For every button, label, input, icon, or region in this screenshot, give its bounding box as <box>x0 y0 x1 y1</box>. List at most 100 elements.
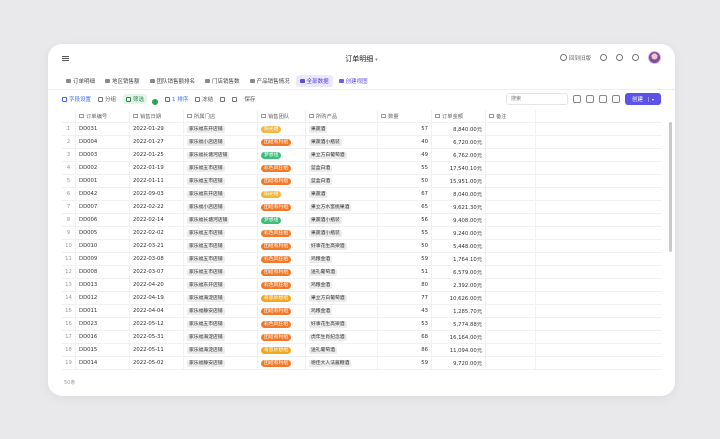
cell-note[interactable] <box>486 135 536 149</box>
print-icon[interactable] <box>598 95 607 103</box>
cell-quantity[interactable]: 55 <box>378 161 432 175</box>
cell-store[interactable]: 家乐福静安店铺 <box>184 356 258 370</box>
cell-product[interactable]: 果蔬酒 <box>306 187 378 201</box>
cell-store[interactable]: 家乐福小店店铺 <box>184 200 258 214</box>
cell-quantity[interactable]: 40 <box>378 135 432 149</box>
column-header[interactable]: 销售日期 <box>130 109 184 123</box>
avatar[interactable] <box>648 51 661 64</box>
tab-create-view[interactable]: 创建视图 <box>335 75 372 87</box>
cell-order-id[interactable]: DD001 <box>76 174 130 188</box>
cell-date[interactable]: 2022-02-02 <box>130 226 184 240</box>
cell-note[interactable] <box>486 317 536 331</box>
cell-team[interactable]: 彩色风狂组 <box>258 226 306 240</box>
cell-amount[interactable]: 16,164.00元 <box>432 330 486 344</box>
cell-product[interactable]: 送礼葡萄酒 <box>306 343 378 357</box>
column-header[interactable]: 所购产品 <box>306 109 378 123</box>
cell-amount[interactable]: 1,764.10元 <box>432 252 486 266</box>
cell-product[interactable]: 果蔬酒小瓶装 <box>306 135 378 149</box>
freeze-button[interactable]: 冻结 <box>195 95 213 103</box>
cell-date[interactable]: 2022-05-12 <box>130 317 184 331</box>
cell-date[interactable]: 2022-01-25 <box>130 148 184 162</box>
tab-all-data[interactable]: 全部数据 <box>295 74 333 87</box>
cell-date[interactable]: 2022-02-22 <box>130 200 184 214</box>
cell-order-id[interactable]: DD008 <box>76 265 130 279</box>
cell-product[interactable]: 好事花生高梁酒 <box>306 317 378 331</box>
cell-note[interactable] <box>486 213 536 227</box>
cell-amount[interactable]: 9,720.00元 <box>432 356 486 370</box>
cell-product[interactable]: 果立方白葡萄酒 <box>306 291 378 305</box>
cell-quantity[interactable]: 67 <box>378 187 432 201</box>
cell-quantity[interactable]: 80 <box>378 278 432 292</box>
cell-store[interactable]: 家乐福小店店铺 <box>184 135 258 149</box>
cell-amount[interactable]: 5,774.88元 <box>432 317 486 331</box>
cell-team[interactable]: 团结有利组 <box>258 174 306 188</box>
cell-order-id[interactable]: DD014 <box>76 356 130 370</box>
cell-store[interactable]: 家乐福东开店铺 <box>184 122 258 136</box>
table-row[interactable]: 15 DD011 2022-04-04 家乐福静安店铺 团结有利组 鸡粮金酒 43 1,285… <box>62 304 662 318</box>
return-old-link[interactable]: 回到旧版 <box>559 54 591 62</box>
cell-store[interactable]: 家乐福五市店铺 <box>184 161 258 175</box>
cell-order-id[interactable]: DD015 <box>76 343 130 357</box>
cell-product[interactable]: 鸡粮金酒 <box>306 304 378 318</box>
cell-note[interactable] <box>486 252 536 266</box>
cell-amount[interactable]: 15,951.00元 <box>432 174 486 188</box>
cell-amount[interactable]: 1,285.70元 <box>432 304 486 318</box>
cell-date[interactable]: 2022-05-11 <box>130 343 184 357</box>
cell-date[interactable]: 2022-01-29 <box>130 122 184 136</box>
row-height-button[interactable] <box>220 96 226 102</box>
cell-product[interactable]: 鸡粮金酒 <box>306 278 378 292</box>
cell-note[interactable] <box>486 239 536 253</box>
cell-team[interactable]: 阳光组 <box>258 122 306 136</box>
cell-note[interactable] <box>486 200 536 214</box>
chart-button[interactable] <box>232 96 238 102</box>
tab-team-ranking[interactable]: 团队销售额排名 <box>146 75 200 87</box>
cell-team[interactable]: 团结有利组 <box>258 239 306 253</box>
cell-store[interactable]: 家乐福长塘河店铺 <box>184 148 258 162</box>
search-input[interactable] <box>505 93 568 105</box>
cell-date[interactable]: 2022-03-07 <box>130 265 184 279</box>
cell-quantity[interactable]: 50 <box>378 174 432 188</box>
cell-team[interactable]: 彩色风狂组 <box>258 317 306 331</box>
cell-amount[interactable]: 17,540.10元 <box>432 161 486 175</box>
cell-amount[interactable]: 9,408.00元 <box>432 213 486 227</box>
cell-team[interactable]: 彩色风狂组 <box>258 161 306 175</box>
cell-note[interactable] <box>486 330 536 344</box>
cell-date[interactable]: 2022-01-27 <box>130 135 184 149</box>
column-header[interactable]: 备注 <box>486 109 536 123</box>
cell-team[interactable]: 梦想组 <box>258 148 306 162</box>
cell-amount[interactable]: 8,840.00元 <box>432 122 486 136</box>
cell-quantity[interactable]: 86 <box>378 343 432 357</box>
share-icon[interactable] <box>572 95 581 103</box>
cell-date[interactable]: 2022-09-03 <box>130 187 184 201</box>
cell-team[interactable]: 团结有利组 <box>258 330 306 344</box>
table-row[interactable]: 9 DD005 2022-02-02 家乐福五市店铺 彩色风狂组 果蔬酒小瓶装 55 9,24… <box>62 226 662 240</box>
cell-product[interactable]: 果立方水蜜桃果酒 <box>306 200 378 214</box>
cell-team[interactable]: 彩色风狂组 <box>258 278 306 292</box>
group-button[interactable]: 分组 <box>98 95 116 103</box>
cell-quantity[interactable]: 65 <box>378 200 432 214</box>
more-icon[interactable] <box>611 95 620 103</box>
cell-quantity[interactable]: 68 <box>378 330 432 344</box>
cell-amount[interactable]: 2,392.00元 <box>432 278 486 292</box>
column-header[interactable]: 所属门店 <box>184 109 258 123</box>
cell-note[interactable] <box>486 304 536 318</box>
cell-quantity[interactable]: 56 <box>378 213 432 227</box>
cell-store[interactable]: 家乐福五市店铺 <box>184 226 258 240</box>
cell-store[interactable]: 家乐福五市店铺 <box>184 174 258 188</box>
table-row[interactable]: 17 DD016 2022-05-31 家乐福海淀店铺 团结有利组 虎年生肖纪念酒 68 16… <box>62 330 662 344</box>
cell-product[interactable]: 德佳大人法酱糖酒 <box>306 356 378 370</box>
sort-button[interactable]: 1 排序 <box>165 95 188 103</box>
table-row[interactable]: 14 DD012 2022-04-19 家乐福海淀店铺 奇思妙想组 果立方白葡萄酒 77 10… <box>62 291 662 305</box>
cell-product[interactable]: 好事花生高梁酒 <box>306 239 378 253</box>
cell-team[interactable]: 奇思妙想组 <box>258 291 306 305</box>
cell-amount[interactable]: 9,240.00元 <box>432 226 486 240</box>
cell-order-id[interactable]: DD005 <box>76 226 130 240</box>
table-row[interactable]: 4 DD002 2022-01-19 家乐福五市店铺 彩色风狂组 蓝盒白酒 55 17,540… <box>62 161 662 175</box>
cell-amount[interactable]: 11,094.00元 <box>432 343 486 357</box>
table-row[interactable]: 5 DD001 2022-01-11 家乐福五市店铺 团结有利组 蓝盒白酒 50 15,951… <box>62 174 662 188</box>
cell-note[interactable] <box>486 278 536 292</box>
table-row[interactable]: 7 DD007 2022-02-22 家乐福小店店铺 团结有利组 果立方水蜜桃果酒 65 9,… <box>62 200 662 214</box>
cell-team[interactable]: 团结有利组 <box>258 265 306 279</box>
cell-order-id[interactable]: DD003 <box>76 148 130 162</box>
cell-note[interactable] <box>486 174 536 188</box>
